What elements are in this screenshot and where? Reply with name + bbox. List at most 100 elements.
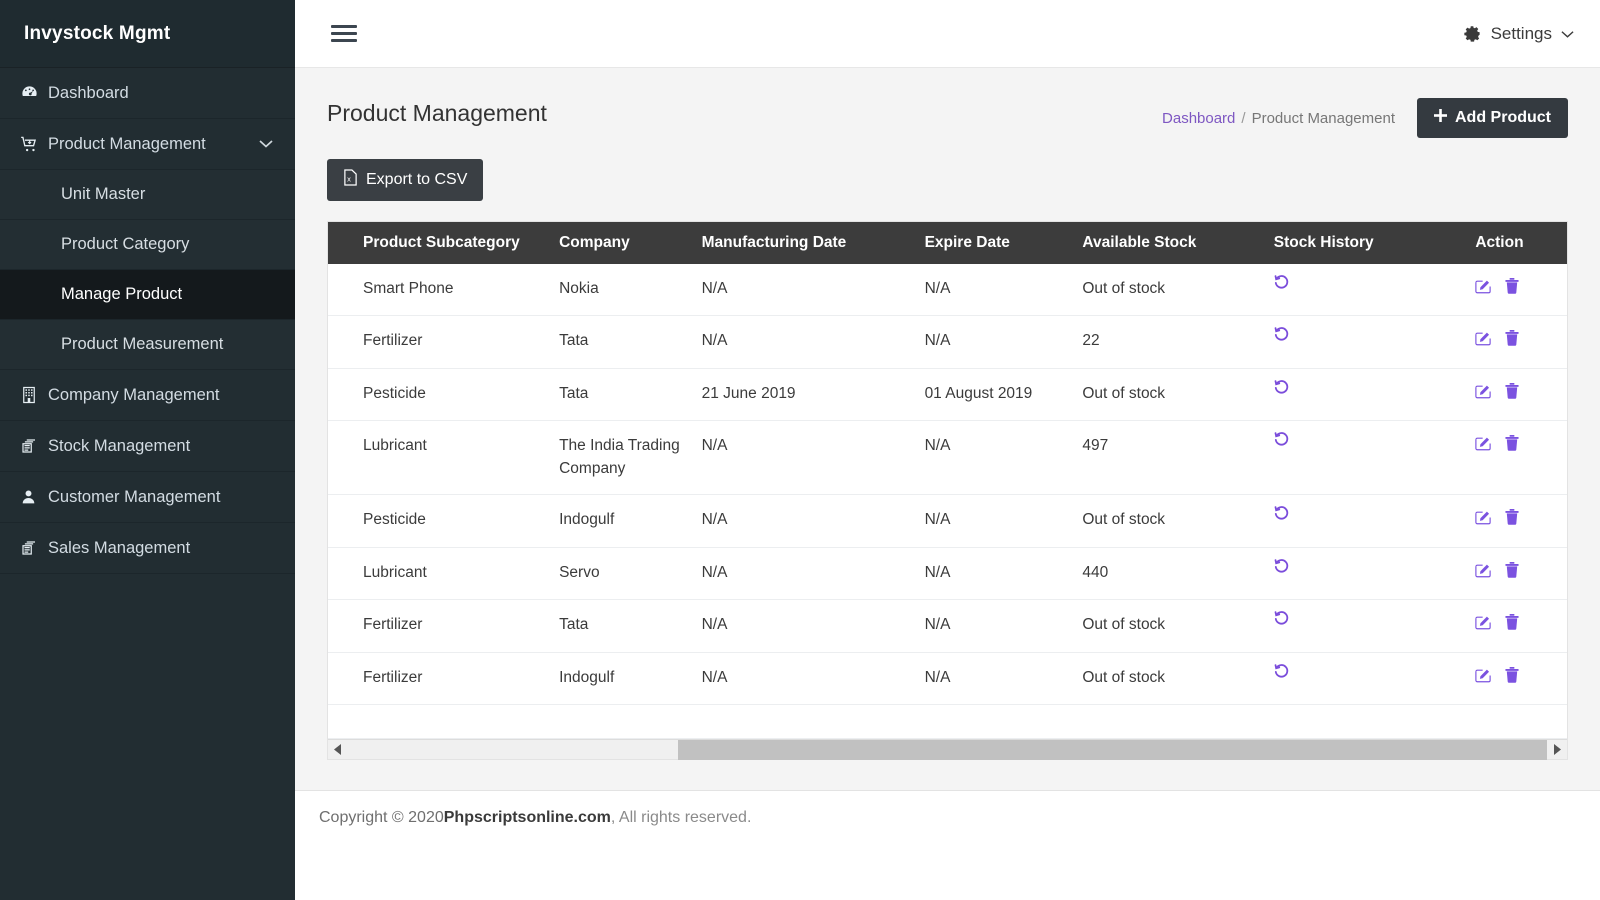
trash-icon[interactable] — [1505, 435, 1519, 458]
history-icon[interactable] — [1274, 663, 1289, 686]
brand-title: Invystock Mgmt — [24, 22, 171, 44]
scrollbar-thumb[interactable] — [677, 739, 1547, 760]
history-icon[interactable] — [1274, 558, 1289, 581]
cell-manufacturing-date: N/A — [701, 652, 925, 706]
edit-icon[interactable] — [1475, 509, 1492, 532]
sidebar-item-company-management[interactable]: Company Management — [0, 370, 295, 421]
cell-expire-date: N/A — [924, 599, 1083, 653]
edit-icon[interactable] — [1475, 667, 1492, 690]
edit-icon[interactable] — [1475, 278, 1492, 301]
history-icon[interactable] — [1274, 505, 1289, 528]
table-row: Lubricant Servo N/A N/A 440 — [328, 547, 1567, 601]
horizontal-scrollbar[interactable] — [328, 739, 1567, 760]
cell-manufacturing-date: N/A — [701, 599, 925, 653]
app-root: Invystock Mgmt Dashboard Product Managem… — [0, 0, 1600, 900]
sidebar-item-product-management[interactable]: Product Management — [0, 119, 295, 170]
trash-icon[interactable] — [1505, 614, 1519, 637]
edit-icon[interactable] — [1475, 330, 1492, 353]
history-icon[interactable] — [1274, 379, 1289, 402]
cart-icon — [20, 135, 48, 154]
breadcrumb: Dashboard / Product Management — [1162, 110, 1395, 127]
cell-company: Tata — [559, 599, 702, 653]
table-body: Smart Phone Nokia N/A N/A Out of stock Fertil… — [328, 264, 1567, 740]
cell-stock-history — [1273, 315, 1476, 369]
sidebar-item-dashboard[interactable]: Dashboard — [0, 68, 295, 119]
cell-available-stock: Out of stock — [1082, 368, 1274, 422]
table-row: Lubricant The India Trading Company N/A N/A… — [328, 420, 1567, 496]
column-header-company: Company — [559, 222, 702, 264]
history-icon[interactable] — [1274, 274, 1289, 297]
caret-right-icon[interactable] — [1547, 744, 1567, 756]
cell-manufacturing-date: N/A — [701, 420, 925, 496]
cell-expire-date: N/A — [924, 315, 1083, 369]
trash-icon[interactable] — [1505, 278, 1519, 301]
sidebar-item-customer-management[interactable]: Customer Management — [0, 472, 295, 523]
building-icon — [20, 386, 48, 404]
sidebar-nav-bottom: Company Management Stock Management Cust… — [0, 370, 295, 574]
table-spacer-cell — [328, 704, 1567, 740]
layers-icon — [20, 437, 48, 455]
main-area: Settings Product Management Dashboard / Pr… — [295, 0, 1600, 900]
breadcrumb-current: Product Management — [1251, 109, 1395, 127]
cell-stock-history — [1273, 652, 1476, 706]
edit-icon[interactable] — [1475, 562, 1492, 585]
trash-icon[interactable] — [1505, 509, 1519, 532]
column-header-manufacturing-date: Manufacturing Date — [701, 222, 925, 264]
history-icon[interactable] — [1274, 610, 1289, 633]
sidebar-item-product-category[interactable]: Product Category — [0, 220, 295, 270]
trash-icon[interactable] — [1505, 666, 1519, 690]
edit-icon[interactable] — [1475, 383, 1492, 406]
sidebar-item-manage-product[interactable]: Manage Product — [0, 270, 295, 320]
chevron-down-icon[interactable] — [259, 135, 273, 154]
edit-icon[interactable] — [1475, 614, 1492, 637]
sidebar-submenu-product-management: Unit Master Product Category Manage Prod… — [0, 170, 295, 370]
user-icon — [20, 488, 48, 506]
sidebar: Invystock Mgmt Dashboard Product Managem… — [0, 0, 295, 900]
trash-icon[interactable] — [1505, 330, 1519, 353]
table-spacer-row — [328, 704, 1567, 740]
cell-manufacturing-date: N/A — [701, 547, 925, 601]
page-header-right: Dashboard / Product Management Add Product — [1162, 92, 1568, 138]
cell-product-subcategory: Pesticide — [328, 494, 560, 548]
sidebar-item-sales-management[interactable]: Sales Management — [0, 523, 295, 574]
trash-icon[interactable] — [1505, 561, 1519, 585]
file-excel-icon: x — [343, 169, 358, 191]
sidebar-nav: Dashboard Product Management — [0, 68, 295, 170]
history-icon[interactable] — [1274, 326, 1289, 349]
sidebar-item-product-measurement[interactable]: Product Measurement — [0, 320, 295, 370]
sidebar-item-label: Company Management — [48, 385, 220, 404]
cell-company: Servo — [559, 547, 702, 601]
gear-icon — [1463, 24, 1482, 43]
hamburger-bar — [331, 25, 357, 28]
cell-expire-date: N/A — [924, 547, 1083, 601]
cell-stock-history — [1273, 420, 1476, 496]
settings-label: Settings — [1490, 23, 1552, 43]
hamburger-bar — [331, 32, 357, 35]
cell-action — [1475, 599, 1567, 653]
history-icon[interactable] — [1274, 431, 1289, 454]
footer-copyright-prefix: Copyright © 2020 — [319, 809, 444, 826]
cell-stock-history — [1273, 599, 1476, 653]
cell-company: Indogulf — [559, 652, 702, 706]
cell-company: Tata — [559, 368, 702, 422]
sidebar-item-stock-management[interactable]: Stock Management — [0, 421, 295, 472]
column-header-expire-date: Expire Date — [924, 222, 1083, 264]
hamburger-icon[interactable] — [327, 15, 361, 52]
sidebar-subitem-label: Unit Master — [61, 185, 146, 203]
sidebar-item-label: Product Management — [48, 134, 206, 153]
trash-icon[interactable] — [1505, 382, 1519, 406]
caret-left-icon[interactable] — [328, 744, 348, 756]
sidebar-item-unit-master[interactable]: Unit Master — [0, 170, 295, 220]
cell-manufacturing-date: 21 June 2019 — [701, 368, 925, 422]
add-product-button[interactable]: Add Product — [1417, 98, 1568, 138]
scrollbar-track[interactable] — [348, 739, 1547, 760]
svg-text:x: x — [347, 174, 351, 183]
footer-padding — [295, 845, 1600, 900]
cell-stock-history — [1273, 494, 1476, 548]
settings-menu[interactable]: Settings — [1463, 24, 1578, 44]
column-header-stock-history: Stock History — [1273, 222, 1476, 264]
export-to-csv-button[interactable]: x Export to CSV — [327, 159, 484, 201]
breadcrumb-dashboard-link[interactable]: Dashboard — [1162, 110, 1235, 127]
edit-icon[interactable] — [1475, 435, 1492, 458]
cell-manufacturing-date: N/A — [701, 264, 925, 317]
